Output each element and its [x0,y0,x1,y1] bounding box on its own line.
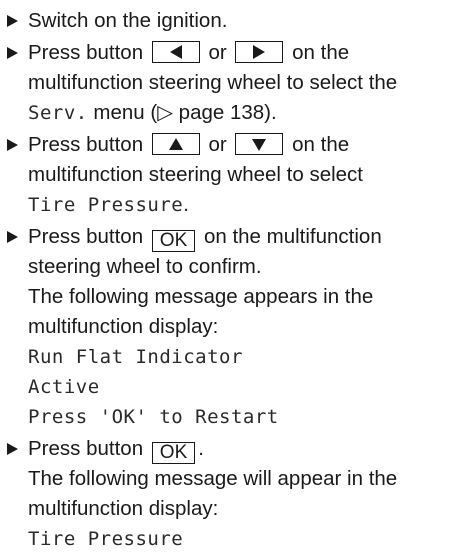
step-line-2: The following message will appear in the [28,467,398,490]
step-text: . [198,437,204,460]
step-text: on the [292,133,350,156]
step-text: . [183,193,189,216]
step-text: or [208,41,227,64]
step-select-serv-menu: Press button or on the multifunction ste… [6,38,449,128]
step-line-1: Press button or on the [28,130,449,160]
step-line-2: multifunction steering wheel to select t… [28,71,398,94]
ok-key: OK [151,230,196,252]
step-line-1: Press button or on the [28,38,449,68]
step-line-1: Press button OK. [28,434,449,464]
down-arrow-key [235,133,284,155]
step-text: Press button [28,225,144,248]
left-arrow-key [151,41,200,63]
step-switch-ignition: Switch on the ignition. [6,6,449,36]
step-line-4: multifunction display: [28,315,219,338]
step-text: or [208,133,227,156]
ok-key: OK [151,442,196,464]
down-arrow-icon [252,139,267,151]
step-press-ok-again: Press button OK. The following message w… [6,434,449,554]
bullet-triangle-icon [6,130,22,160]
step-line-3: The following message appears in the [28,285,374,308]
display-message-line: Press 'OK' to Restart [28,406,279,428]
step-line-1: Press button OK on the multifunction [28,222,449,252]
step-line-2: steering wheel to confirm. [28,255,262,278]
bullet-triangle-icon [6,222,22,252]
step-text: menu (▷ page 138). [93,101,277,124]
step-select-tire-pressure: Press button or on the multifunction ste… [6,130,449,220]
bullet-triangle-icon [6,38,22,68]
bullet-triangle-icon [6,6,22,36]
step-text: Press button [28,133,144,156]
left-arrow-icon [169,45,182,59]
menu-name-tire-pressure: Tire Pressure [28,194,184,216]
menu-name-serv: Serv. [28,102,88,124]
up-arrow-key [151,133,200,155]
step-line-3: Serv. menu (▷ page 138). [28,98,449,128]
instruction-page: Switch on the ignition. Press button or … [0,0,457,559]
step-line-3: Tire Pressure. [28,190,449,220]
step-text: on the [292,41,350,64]
step-confirm-ok: Press button OK on the multifunction ste… [6,222,449,432]
display-message-line: Active [28,376,100,398]
step-line-3: multifunction display: [28,497,219,520]
up-arrow-icon [168,138,183,150]
right-arrow-key [235,41,284,63]
step-line-2: multifunction steering wheel to select [28,163,364,186]
step-text: Press button [28,437,144,460]
display-message-line: Tire Pressure [28,528,184,550]
right-arrow-icon [253,45,266,59]
step-text: Switch on the ignition. [28,9,228,32]
bullet-triangle-icon [6,434,22,464]
step-text: on the multifunction [203,225,382,248]
display-message-line: Run Flat Indicator [28,346,243,368]
step-text: Press button [28,41,144,64]
